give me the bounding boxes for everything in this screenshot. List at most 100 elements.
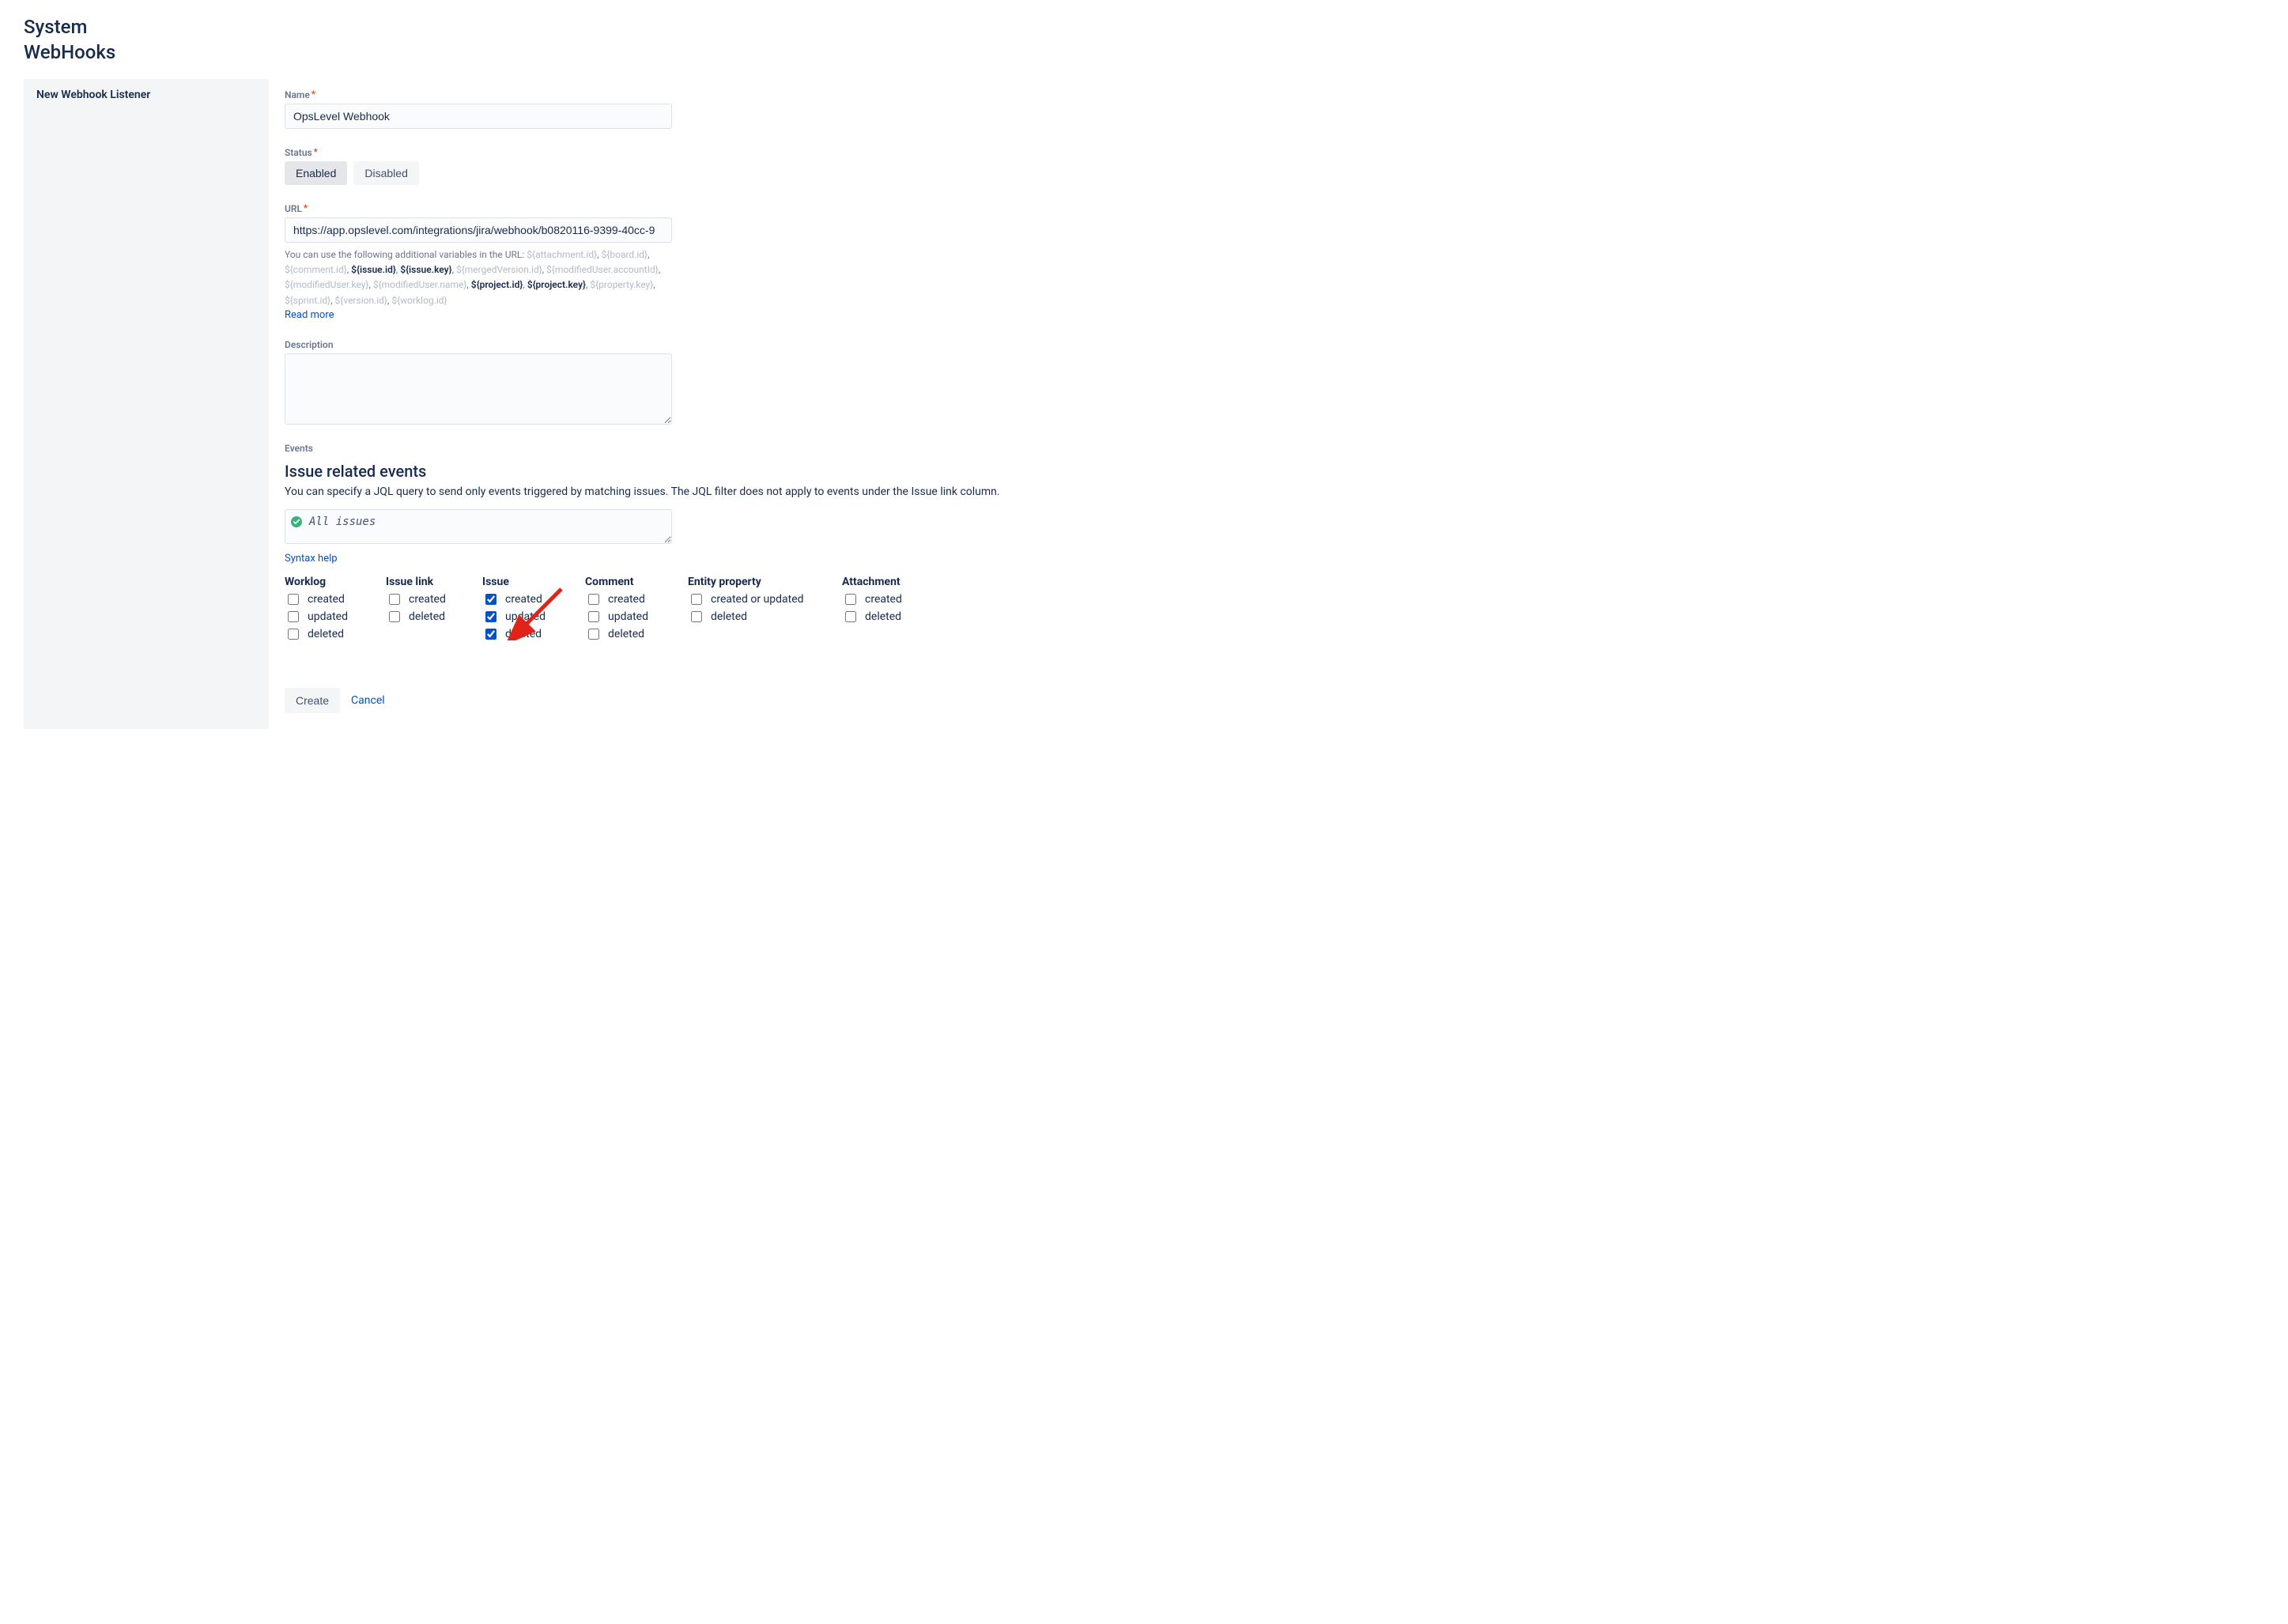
url-help-text: You can use the following additional var… [285, 247, 672, 308]
event-column-header: Entity property [688, 576, 842, 588]
event-option-issue-created[interactable]: created [482, 591, 585, 607]
event-checkbox[interactable] [389, 611, 400, 622]
event-option-label: updated [505, 610, 546, 623]
event-option-label: created [505, 593, 542, 606]
event-checkbox[interactable] [288, 629, 299, 640]
event-column-comment: Comment created updated deleted [585, 576, 688, 644]
url-variable: ${issue.id} [351, 264, 396, 275]
event-option-comment-updated[interactable]: updated [585, 609, 688, 625]
event-option-label: created [308, 593, 345, 606]
event-option-worklog-updated[interactable]: updated [285, 609, 386, 625]
event-checkbox[interactable] [288, 594, 299, 605]
status-label: Status [285, 147, 312, 158]
event-option-issuelink-created[interactable]: created [386, 591, 482, 607]
events-grid: Worklog created updated deleted Issue link cr… [285, 576, 933, 651]
syntax-help-link[interactable]: Syntax help [285, 553, 338, 565]
url-variable: ${modifiedUser.key} [285, 279, 368, 290]
event-option-label: updated [308, 610, 348, 623]
events-label: Events [285, 443, 313, 454]
url-variable: ${worklog.id} [391, 295, 447, 306]
page-title-webhooks: WebHooks [24, 41, 2264, 63]
event-checkbox[interactable] [691, 611, 702, 622]
event-column-header: Comment [585, 576, 688, 588]
required-asterisk: * [311, 89, 315, 100]
url-variable: ${mergedVersion.id} [456, 264, 542, 275]
required-asterisk: * [314, 146, 318, 157]
event-checkbox[interactable] [389, 594, 400, 605]
event-option-entity-created-or-updated[interactable]: created or updated [688, 591, 842, 607]
event-column-header: Issue [482, 576, 585, 588]
url-variable: ${property.key} [590, 279, 653, 290]
event-option-label: deleted [865, 610, 901, 623]
event-option-worklog-deleted[interactable]: deleted [285, 626, 386, 642]
required-asterisk: * [304, 202, 308, 213]
description-label: Description [285, 339, 334, 350]
url-variable: ${comment.id} [285, 264, 347, 275]
url-variable: ${attachment.id} [527, 249, 597, 260]
event-checkbox[interactable] [485, 629, 496, 640]
event-option-label: created [865, 593, 902, 606]
event-option-comment-created[interactable]: created [585, 591, 688, 607]
event-option-label: deleted [409, 610, 445, 623]
event-option-attachment-deleted[interactable]: deleted [842, 609, 929, 625]
event-option-issue-deleted[interactable]: deleted [482, 626, 585, 642]
status-disabled-button[interactable]: Disabled [353, 161, 418, 185]
event-checkbox[interactable] [485, 594, 496, 605]
name-label: Name [285, 89, 310, 100]
jql-textarea[interactable]: All issues [285, 509, 672, 544]
event-option-label: created or updated [711, 593, 804, 606]
event-checkbox[interactable] [485, 611, 496, 622]
event-column-header: Worklog [285, 576, 386, 588]
sidebar-title: New Webhook Listener [36, 89, 256, 101]
events-section-desc: You can specify a JQL query to send only… [285, 485, 1028, 498]
event-column-worklog: Worklog created updated deleted [285, 576, 386, 644]
name-input[interactable] [285, 104, 672, 129]
event-option-label: updated [608, 610, 648, 623]
page-title-system: System [24, 16, 2264, 38]
event-column-attachment: Attachment created deleted [842, 576, 929, 644]
read-more-link[interactable]: Read more [285, 309, 334, 321]
event-option-label: created [409, 593, 446, 606]
event-option-attachment-created[interactable]: created [842, 591, 929, 607]
event-option-worklog-created[interactable]: created [285, 591, 386, 607]
event-column-entity: Entity property created or updated deleted [688, 576, 842, 644]
url-variable: ${board.id} [602, 249, 648, 260]
event-checkbox[interactable] [588, 629, 599, 640]
url-label: URL [285, 203, 302, 214]
url-variable: ${modifiedUser.name} [373, 279, 467, 290]
event-option-label: created [608, 593, 645, 606]
url-variable: ${issue.key} [400, 264, 451, 275]
event-option-label: deleted [608, 628, 644, 640]
event-checkbox[interactable] [288, 611, 299, 622]
create-button[interactable]: Create [285, 688, 340, 713]
check-circle-icon [291, 516, 302, 527]
event-checkbox[interactable] [845, 611, 856, 622]
event-option-issue-updated[interactable]: updated [482, 609, 585, 625]
event-checkbox[interactable] [588, 594, 599, 605]
sidebar: New Webhook Listener [24, 79, 269, 729]
event-column-header: Attachment [842, 576, 929, 588]
event-option-label: deleted [505, 628, 542, 640]
url-variable: ${sprint.id} [285, 295, 330, 306]
url-input[interactable] [285, 217, 672, 243]
url-variable: ${project.key} [527, 279, 586, 290]
event-option-label: deleted [711, 610, 747, 623]
event-checkbox[interactable] [588, 611, 599, 622]
cancel-link[interactable]: Cancel [351, 694, 385, 707]
url-variable: ${project.id} [471, 279, 523, 290]
event-option-issuelink-deleted[interactable]: deleted [386, 609, 482, 625]
event-column-header: Issue link [386, 576, 482, 588]
url-variable: ${modifiedUser.accountId} [546, 264, 659, 275]
status-enabled-button[interactable]: Enabled [285, 161, 347, 185]
form-area: Name* Status* Enabled Disabled URL* You … [269, 79, 2264, 729]
event-column-issuelink: Issue link created deleted [386, 576, 482, 644]
description-textarea[interactable] [285, 353, 672, 425]
event-option-entity-deleted[interactable]: deleted [688, 609, 842, 625]
events-section-title: Issue related events [285, 462, 2248, 481]
event-option-label: deleted [308, 628, 344, 640]
event-checkbox[interactable] [691, 594, 702, 605]
event-column-issue: Issue created updated deleted [482, 576, 585, 644]
url-variable: ${version.id} [335, 295, 387, 306]
event-checkbox[interactable] [845, 594, 856, 605]
event-option-comment-deleted[interactable]: deleted [585, 626, 688, 642]
